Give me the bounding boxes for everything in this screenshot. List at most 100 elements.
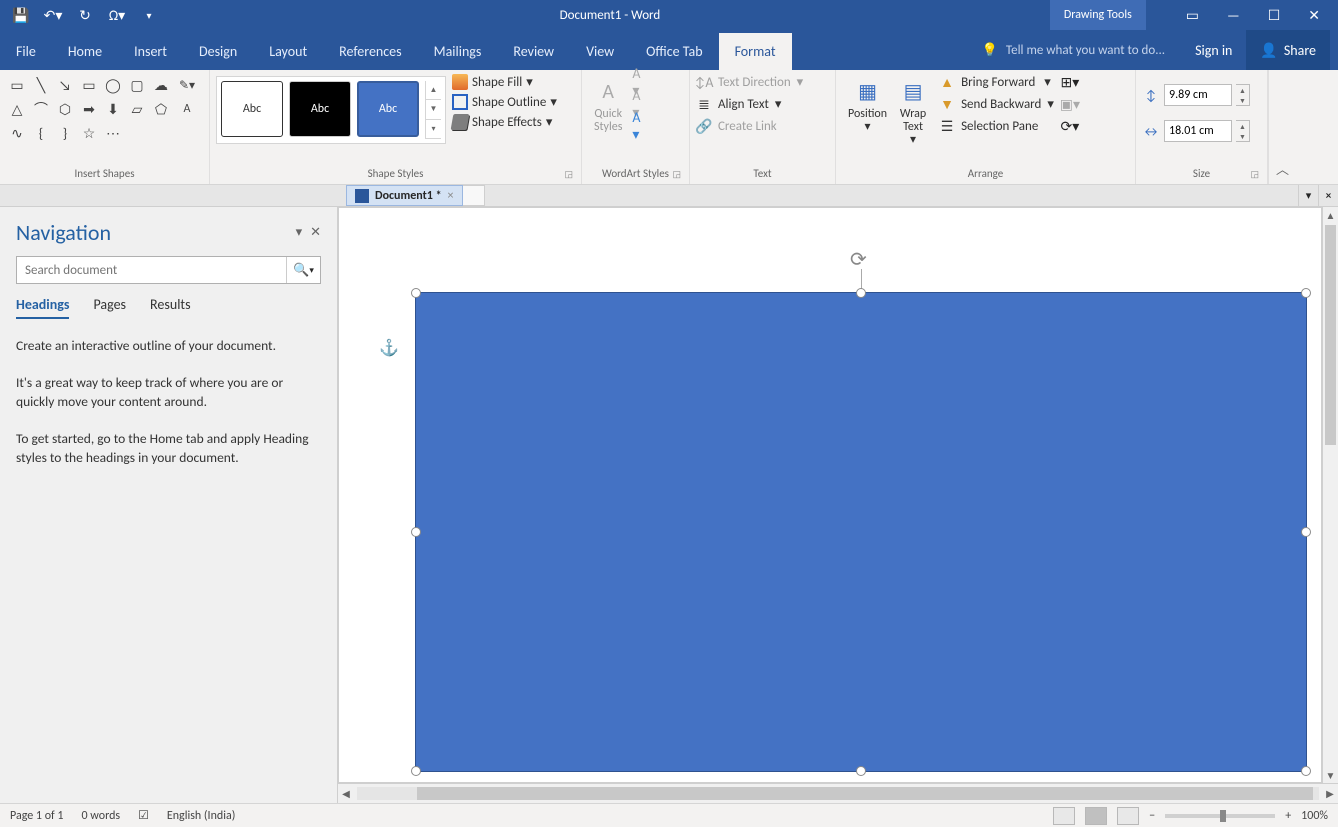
width-spinner[interactable]: ▲▼ [1236, 120, 1250, 142]
tab-file[interactable]: File [0, 33, 52, 70]
tab-view[interactable]: View [570, 33, 630, 70]
new-tab-button[interactable] [463, 185, 485, 206]
resize-handle-bl[interactable] [411, 766, 421, 776]
banner-icon[interactable]: ⬠ [150, 98, 172, 120]
brace-left-icon[interactable]: { [30, 122, 52, 144]
horizontal-scrollbar[interactable]: ◀ ▶ [338, 783, 1338, 803]
sign-in-link[interactable]: Sign in [1181, 42, 1246, 59]
zoom-out-icon[interactable]: − [1149, 809, 1155, 823]
tab-mailings[interactable]: Mailings [418, 33, 498, 70]
shape-width-input[interactable] [1164, 120, 1232, 142]
scroll-left-icon[interactable]: ◀ [338, 784, 354, 803]
height-spinner[interactable]: ▲▼ [1236, 84, 1250, 106]
wrap-text-button[interactable]: ▤Wrap Text▾ [893, 74, 933, 152]
web-layout-icon[interactable] [1117, 807, 1139, 825]
ribbon-options-icon[interactable]: ▭ [1186, 7, 1199, 24]
arrow-right-icon[interactable]: ➡ [78, 98, 100, 120]
gallery-up-icon[interactable]: ▲ [426, 81, 441, 100]
save-icon[interactable]: 💾 [10, 4, 32, 26]
rounded-rect-icon[interactable]: ▢ [126, 74, 148, 96]
scroll-down-icon[interactable]: ▼ [1323, 767, 1338, 783]
spellcheck-icon[interactable]: ☑ [138, 808, 149, 823]
zoom-in-icon[interactable]: + [1285, 809, 1291, 823]
cloud-icon[interactable]: ☁ [150, 74, 172, 96]
vertical-scrollbar[interactable]: ▲ ▼ [1322, 207, 1338, 783]
vscroll-thumb[interactable] [1325, 225, 1336, 445]
page-indicator[interactable]: Page 1 of 1 [10, 809, 64, 823]
resize-handle-mr[interactable] [1301, 527, 1311, 537]
zoom-slider[interactable] [1165, 814, 1275, 818]
selection-pane-button[interactable]: ☰Selection Pane [939, 118, 1054, 134]
undo-icon[interactable]: ↶▾ [42, 4, 64, 26]
redo-icon[interactable]: ↻ [74, 4, 96, 26]
tab-review[interactable]: Review [497, 33, 570, 70]
tab-close-all-icon[interactable]: × [1318, 185, 1338, 206]
gallery-more-icon[interactable]: ▾ [426, 120, 441, 139]
language-indicator[interactable]: English (India) [167, 809, 235, 823]
zoom-level[interactable]: 100% [1301, 809, 1328, 823]
resize-handle-tl[interactable] [411, 288, 421, 298]
send-backward-button[interactable]: ▼Send Backward ▾ [939, 96, 1054, 112]
textbox-icon[interactable]: ▭ [6, 74, 28, 96]
maximize-icon[interactable]: ☐ [1268, 7, 1281, 24]
shape-style-gallery[interactable]: Abc Abc Abc ▲ ▼ ▾ [216, 76, 446, 144]
nav-tab-headings[interactable]: Headings [16, 296, 69, 319]
shape-effects-button[interactable]: Shape Effects ▾ [452, 114, 557, 130]
resize-handle-tm[interactable] [856, 288, 866, 298]
gallery-down-icon[interactable]: ▼ [426, 100, 441, 119]
navigation-search[interactable]: 🔍▾ [16, 256, 321, 284]
document-tab-close-icon[interactable]: × [448, 189, 454, 203]
wordart-launcher-icon[interactable]: ◲ [672, 169, 681, 180]
line-icon[interactable]: ╲ [30, 74, 52, 96]
triangle-icon[interactable]: △ [6, 98, 28, 120]
resize-handle-tr[interactable] [1301, 288, 1311, 298]
collapse-ribbon-icon[interactable]: ︿ [1268, 70, 1296, 184]
word-count[interactable]: 0 words [82, 809, 121, 823]
resize-handle-ml[interactable] [411, 527, 421, 537]
style-swatch-3[interactable]: Abc [357, 81, 419, 137]
scroll-right-icon[interactable]: ▶ [1322, 784, 1338, 803]
tab-format[interactable]: Format [719, 33, 792, 70]
qat-customize-icon[interactable]: ▾ [138, 4, 160, 26]
arrow-down-icon[interactable]: ⬇ [102, 98, 124, 120]
tab-layout[interactable]: Layout [253, 33, 323, 70]
draw-textbox-icon[interactable]: A [176, 98, 198, 120]
search-input[interactable] [17, 257, 286, 283]
tab-home[interactable]: Home [52, 33, 118, 70]
brace-right-icon[interactable]: } [54, 122, 76, 144]
tab-design[interactable]: Design [183, 33, 253, 70]
style-swatch-1[interactable]: Abc [221, 81, 283, 137]
nav-close-icon[interactable]: ✕ [310, 225, 321, 240]
tab-references[interactable]: References [323, 33, 417, 70]
document-tab[interactable]: Document1 * × [346, 185, 463, 206]
close-icon[interactable]: ✕ [1308, 7, 1320, 24]
align-icon[interactable]: ⊞▾ [1062, 74, 1078, 90]
size-launcher-icon[interactable]: ◲ [1250, 169, 1259, 180]
nav-tab-results[interactable]: Results [150, 296, 191, 319]
arrow-line-icon[interactable]: ↘ [54, 74, 76, 96]
shape-styles-launcher-icon[interactable]: ◲ [564, 169, 573, 180]
tab-insert[interactable]: Insert [118, 33, 183, 70]
scroll-up-icon[interactable]: ▲ [1323, 207, 1338, 223]
shape-picker[interactable]: ▭ ╲ ↘ ▭ ◯ ▢ ☁ △ ⌒ ⬡ ➡ ⬇ ▱ ⬠ ∿ { } ☆ ⋯ [6, 74, 172, 144]
resize-handle-bm[interactable] [856, 766, 866, 776]
more-shapes-icon[interactable]: ⋯ [102, 122, 124, 144]
minimize-icon[interactable]: — [1227, 7, 1240, 24]
tab-list-dropdown-icon[interactable]: ▾ [1298, 185, 1318, 206]
selected-rectangle-shape[interactable]: ⟳ [415, 292, 1307, 772]
share-button[interactable]: 👤 Share [1246, 30, 1330, 70]
rotate-icon[interactable]: ⟳▾ [1062, 118, 1078, 134]
tell-me-box[interactable]: 💡 Tell me what you want to do... [966, 43, 1181, 58]
star-icon[interactable]: ☆ [78, 122, 100, 144]
text-effects-icon[interactable]: A ▾ [632, 118, 648, 134]
resize-handle-br[interactable] [1301, 766, 1311, 776]
freeform-icon[interactable]: ∿ [6, 122, 28, 144]
callout-icon[interactable]: ▱ [126, 98, 148, 120]
curve-icon[interactable]: ⌒ [30, 98, 52, 120]
hexagon-icon[interactable]: ⬡ [54, 98, 76, 120]
align-text-button[interactable]: ≣Align Text ▾ [696, 96, 803, 112]
style-swatch-2[interactable]: Abc [289, 81, 351, 137]
edit-shape-icon[interactable]: ✎▾ [176, 74, 198, 96]
page-canvas[interactable]: ⚓ ⟳ [338, 207, 1322, 783]
rectangle-icon[interactable]: ▭ [78, 74, 100, 96]
